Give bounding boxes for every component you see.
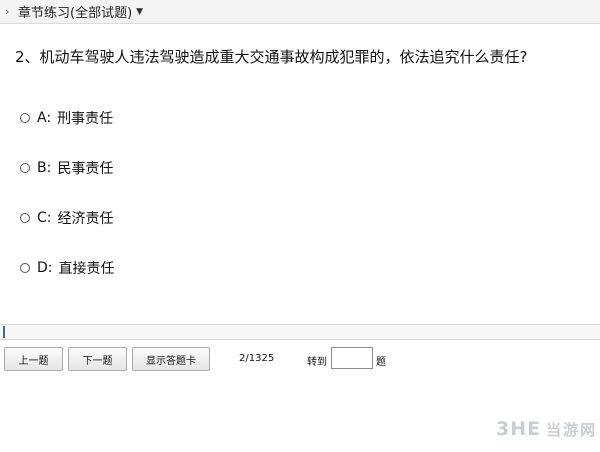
- watermark-logo: 3HE: [496, 418, 542, 440]
- option-letter: A:: [37, 110, 52, 126]
- option-c[interactable]: C: 经济责任: [20, 208, 114, 228]
- goto-question-input[interactable]: [331, 347, 373, 369]
- next-question-button[interactable]: 下一题: [68, 347, 127, 371]
- chapter-title[interactable]: 章节练习(全部试题): [18, 2, 132, 21]
- option-letter: B:: [37, 160, 52, 176]
- chevron-right-icon[interactable]: ›: [5, 5, 13, 18]
- option-letter: C:: [37, 210, 52, 226]
- scrollbar-handle[interactable]: [3, 326, 5, 338]
- question-unit-label: 题: [376, 357, 386, 368]
- navigation-toolbar: 上一题 下一题 显示答题卡 2/1325 转到 题: [0, 344, 600, 372]
- option-letter: D:: [37, 260, 53, 276]
- caret-down-icon[interactable]: ▼: [136, 7, 143, 17]
- exam-window: › 章节练习(全部试题) ▼ 2、机动车驾驶人违法驾驶造成重大交通事故构成犯罪的…: [0, 0, 600, 452]
- goto-label: 转到: [307, 357, 327, 368]
- question-counter: 2/1325: [239, 353, 275, 364]
- show-answer-card-button[interactable]: 显示答题卡: [132, 347, 210, 371]
- option-text: 经济责任: [57, 211, 114, 227]
- radio-icon[interactable]: [20, 263, 30, 273]
- option-d[interactable]: D: 直接责任: [20, 258, 115, 278]
- radio-icon[interactable]: [20, 213, 30, 223]
- option-a[interactable]: A: 刑事责任: [20, 108, 113, 128]
- previous-question-button[interactable]: 上一题: [4, 347, 63, 371]
- option-text: 刑事责任: [57, 111, 114, 127]
- watermark-text: 当游网: [546, 420, 598, 439]
- option-text: 民事责任: [57, 161, 114, 177]
- question-text: 2、机动车驾驶人违法驾驶造成重大交通事故构成犯罪的，依法追究什么责任?: [15, 48, 528, 66]
- option-text: 直接责任: [58, 261, 115, 277]
- chapter-header[interactable]: › 章节练习(全部试题) ▼: [0, 0, 600, 24]
- radio-icon[interactable]: [20, 163, 30, 173]
- radio-icon[interactable]: [20, 113, 30, 123]
- site-watermark: 3HE 当游网: [496, 418, 597, 440]
- option-b[interactable]: B: 民事责任: [20, 158, 113, 178]
- horizontal-scrollbar[interactable]: [0, 324, 600, 340]
